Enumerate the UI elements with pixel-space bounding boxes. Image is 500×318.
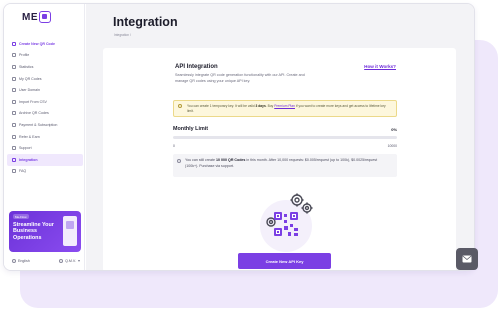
help-icon bbox=[12, 169, 16, 174]
sidebar-footer: English Q.M.V. ▾ bbox=[12, 258, 80, 263]
sidebar-item-label: Support bbox=[19, 146, 32, 151]
qr-icon bbox=[12, 76, 16, 81]
pricing-info: You can still create 10 000 QR Codes in … bbox=[173, 154, 397, 177]
sidebar-item-label: User Domain bbox=[19, 88, 40, 93]
integration-card: API Integration How it Works? Seamlessly… bbox=[103, 48, 456, 270]
api-section-title: API Integration bbox=[175, 64, 218, 70]
archive-icon bbox=[12, 111, 16, 116]
sidebar-item-import-csv[interactable]: Import From CSV bbox=[7, 96, 83, 108]
phone-illustration-icon bbox=[63, 216, 77, 246]
card-icon bbox=[12, 122, 16, 127]
sidebar-nav: Create New QR Code Profile Statistics My… bbox=[7, 38, 83, 177]
mail-icon bbox=[462, 255, 472, 263]
language-selector[interactable]: English bbox=[12, 258, 30, 263]
notice-text: You can create 1 temporary key. It will … bbox=[187, 104, 392, 114]
monthly-limit-progress-bar bbox=[173, 136, 397, 139]
sidebar-item-faq[interactable]: FAQ bbox=[7, 166, 83, 178]
sidebar-item-statistics[interactable]: Statistics bbox=[7, 61, 83, 73]
plus-icon bbox=[12, 41, 16, 46]
sidebar-item-create-qr[interactable]: Create New QR Code bbox=[7, 38, 83, 50]
gift-icon bbox=[12, 134, 16, 139]
sidebar-item-profile[interactable]: Profile bbox=[7, 50, 83, 62]
chevron-down-icon: ▾ bbox=[77, 258, 80, 263]
sidebar-item-refer-earn[interactable]: Refer & Earn bbox=[7, 131, 83, 143]
account-menu[interactable]: Q.M.V. ▾ bbox=[59, 258, 80, 263]
notice-text-part: You can create 1 temporary key. It will … bbox=[187, 104, 256, 108]
app-window: ME Create New QR Code Profile Statistics… bbox=[3, 3, 475, 271]
notice-text-part: . Buy bbox=[265, 104, 275, 108]
support-icon bbox=[12, 146, 16, 151]
link-icon bbox=[12, 157, 16, 162]
page-title: Integration bbox=[113, 15, 178, 29]
sidebar-item-label: Statistics bbox=[19, 64, 34, 69]
sidebar-item-label: Profile bbox=[19, 53, 30, 58]
how-it-works-link[interactable]: How it Works? bbox=[364, 64, 396, 69]
logo-text: ME bbox=[22, 11, 38, 23]
pricing-count: 10 000 QR Codes bbox=[216, 158, 246, 162]
sidebar-item-label: Payment & Subscription bbox=[19, 122, 58, 127]
sidebar-item-label: Integration bbox=[19, 157, 38, 162]
sidebar-item-label: My QR Codes bbox=[19, 76, 42, 81]
temporary-key-notice: You can create 1 temporary key. It will … bbox=[173, 100, 397, 117]
sidebar-item-my-qr-codes[interactable]: My QR Codes bbox=[7, 73, 83, 85]
pricing-text-part: You can still create bbox=[185, 158, 217, 162]
main-content: Integration Integration / API Integratio… bbox=[86, 4, 474, 270]
sidebar-item-payment[interactable]: Payment & Subscription bbox=[7, 119, 83, 131]
create-api-key-button[interactable]: Create New API Key bbox=[238, 253, 331, 269]
monthly-limit-percent: 0% bbox=[391, 127, 397, 132]
limit-max-label: 10000 bbox=[387, 144, 397, 148]
language-label: English bbox=[18, 258, 30, 263]
promo-title: Streamline Your Business Operations bbox=[13, 222, 54, 241]
sidebar-item-user-domain[interactable]: User Domain bbox=[7, 84, 83, 96]
qr-gears-illustration-icon bbox=[260, 193, 313, 252]
premium-plan-link[interactable]: Premium Plan bbox=[274, 104, 295, 108]
account-label: Q.M.V. bbox=[65, 258, 76, 263]
globe-icon bbox=[12, 88, 16, 93]
sidebar-item-label: Import From CSV bbox=[19, 99, 47, 104]
promo-tag: Me-Flow bbox=[13, 214, 29, 219]
chart-icon bbox=[12, 64, 16, 69]
sidebar-item-label: FAQ bbox=[19, 169, 27, 174]
sidebar-item-label: Create New QR Code bbox=[19, 41, 55, 46]
qr-logo-icon bbox=[39, 11, 51, 23]
sidebar-item-label: Archive QR Codes bbox=[19, 111, 49, 116]
logo[interactable]: ME bbox=[22, 10, 51, 24]
limit-min-label: 0 bbox=[173, 144, 175, 148]
sidebar: ME Create New QR Code Profile Statistics… bbox=[4, 4, 85, 270]
info-icon bbox=[177, 159, 181, 163]
globe-icon bbox=[12, 258, 16, 263]
sidebar-item-archive[interactable]: Archive QR Codes bbox=[7, 108, 83, 120]
user-icon bbox=[12, 53, 16, 58]
sidebar-item-support[interactable]: Support bbox=[7, 142, 83, 154]
chat-support-button[interactable] bbox=[456, 248, 478, 270]
notice-days: 3 days bbox=[255, 104, 266, 108]
sidebar-item-label: Refer & Earn bbox=[19, 134, 40, 139]
promo-banner[interactable]: Me-Flow Streamline Your Business Operati… bbox=[9, 211, 81, 252]
sidebar-item-integration[interactable]: Integration bbox=[7, 153, 83, 166]
info-icon bbox=[178, 104, 182, 108]
breadcrumb[interactable]: Integration / bbox=[114, 33, 131, 37]
upload-icon bbox=[12, 99, 16, 104]
api-description: Seamlessly integrate QR code generation … bbox=[175, 73, 305, 83]
pricing-text: You can still create 10 000 QR Codes in … bbox=[185, 158, 390, 169]
monthly-limit-title: Monthly Limit bbox=[173, 126, 209, 132]
avatar-icon bbox=[59, 258, 64, 263]
